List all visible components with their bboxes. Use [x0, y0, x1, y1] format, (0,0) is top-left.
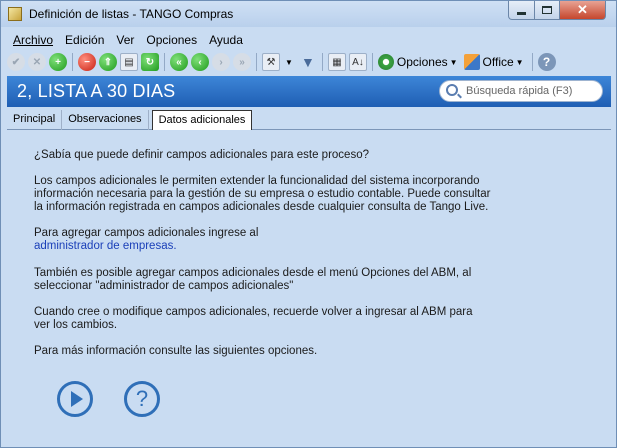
maximize-icon [542, 6, 552, 14]
datos-adicionales-panel: ¿Sabía que puede definir campos adiciona… [7, 131, 611, 447]
menu-hint-line-1: También es posible agregar campos adicio… [34, 267, 472, 279]
record-title: 2, LISTA A 30 DIAS [17, 81, 176, 101]
delete-icon[interactable]: − [78, 53, 96, 71]
quick-search[interactable] [439, 80, 603, 102]
tab-strip: Principal Observaciones Datos adicionale… [7, 110, 611, 130]
description-line-1: Los campos adicionales le permiten exten… [34, 175, 480, 187]
grid-icon[interactable]: ▦ [327, 53, 346, 71]
toolbar-separator [371, 53, 373, 71]
app-window: Definición de listas - TANGO Compras ✕ A… [0, 0, 617, 448]
reminder-line-1: Cuando cree o modifique campos adicional… [34, 306, 473, 318]
toolbar: ✔ ✕ + − ⇑ ▤ ↻ « ‹ › » ⚒ ▼ ▼ ▦ A↓ Opcione… [7, 50, 611, 74]
toolbar-separator [256, 53, 257, 71]
sort-icon[interactable]: A↓ [348, 53, 367, 71]
cancel-icon[interactable]: ✕ [28, 53, 46, 71]
toolbar-separator [164, 53, 165, 71]
menu-edicion[interactable]: Edición [59, 31, 110, 49]
toolbar-separator [72, 53, 73, 71]
opciones-button[interactable]: Opciones ▼ [377, 54, 458, 70]
toolbar-separator [531, 53, 533, 71]
tab-principal[interactable]: Principal [7, 110, 63, 130]
window-title: Definición de listas - TANGO Compras [29, 7, 234, 21]
last-icon[interactable]: » [233, 53, 251, 71]
minimize-icon [517, 12, 526, 15]
record-header: 2, LISTA A 30 DIAS [7, 76, 611, 107]
description-line-3: la información registrada en campos adic… [34, 201, 489, 213]
administrador-link[interactable]: administrador de empresas. [34, 240, 177, 254]
office-button[interactable]: Office ▼ [463, 54, 524, 70]
play-video-button[interactable] [57, 381, 93, 417]
office-label: Office [482, 55, 514, 69]
add-icon[interactable]: + [49, 53, 67, 71]
options-icon [377, 54, 394, 70]
app-icon [8, 7, 22, 21]
refresh-icon[interactable]: ↻ [141, 53, 159, 71]
menu-opciones[interactable]: Opciones [140, 31, 203, 49]
menu-ayuda[interactable]: Ayuda [203, 31, 249, 49]
more-info-text: Para más información consulte las siguie… [34, 345, 318, 357]
intro-question: ¿Sabía que puede definir campos adiciona… [34, 149, 369, 161]
menu-archivo[interactable]: Archivo [7, 31, 59, 49]
opciones-label: Opciones [396, 55, 448, 69]
title-bar: Definición de listas - TANGO Compras ✕ [1, 1, 616, 27]
menu-hint-line-2: seleccionar "administrador de campos adi… [34, 280, 294, 292]
play-icon [71, 391, 83, 407]
description-line-2: información necesaria para la gestión de… [34, 188, 491, 200]
tools-dropdown[interactable]: ▼ [283, 58, 293, 67]
tab-datos-adicionales[interactable]: Datos adicionales [151, 110, 253, 130]
menu-bar: Archivo Edición Ver Opciones Ayuda [7, 31, 249, 49]
menu-ver[interactable]: Ver [110, 31, 140, 49]
office-icon [463, 54, 480, 70]
toolbar-separator [321, 53, 323, 71]
search-icon [446, 84, 458, 96]
copy-icon[interactable]: ⇑ [99, 53, 117, 71]
reminder-line-2: ver los cambios. [34, 319, 118, 331]
help-button[interactable]: ? [124, 381, 160, 417]
minimize-button[interactable] [508, 1, 535, 20]
search-input[interactable] [464, 83, 598, 99]
first-icon[interactable]: « [170, 53, 188, 71]
filter-icon[interactable]: ▼ [299, 53, 317, 71]
tools-icon[interactable]: ⚒ [262, 53, 280, 71]
prev-icon[interactable]: ‹ [191, 53, 209, 71]
chevron-down-icon: ▼ [515, 57, 524, 67]
next-icon[interactable]: › [212, 53, 230, 71]
help-icon[interactable]: ? [537, 53, 556, 71]
chevron-down-icon: ▼ [449, 57, 458, 67]
check-icon[interactable]: ✔ [7, 53, 25, 71]
close-button[interactable]: ✕ [559, 1, 606, 20]
tab-observaciones[interactable]: Observaciones [62, 110, 149, 130]
maximize-button[interactable] [534, 1, 560, 20]
print-icon[interactable]: ▤ [120, 53, 138, 71]
add-fields-text: Para agregar campos adicionales ingrese … [34, 227, 259, 239]
